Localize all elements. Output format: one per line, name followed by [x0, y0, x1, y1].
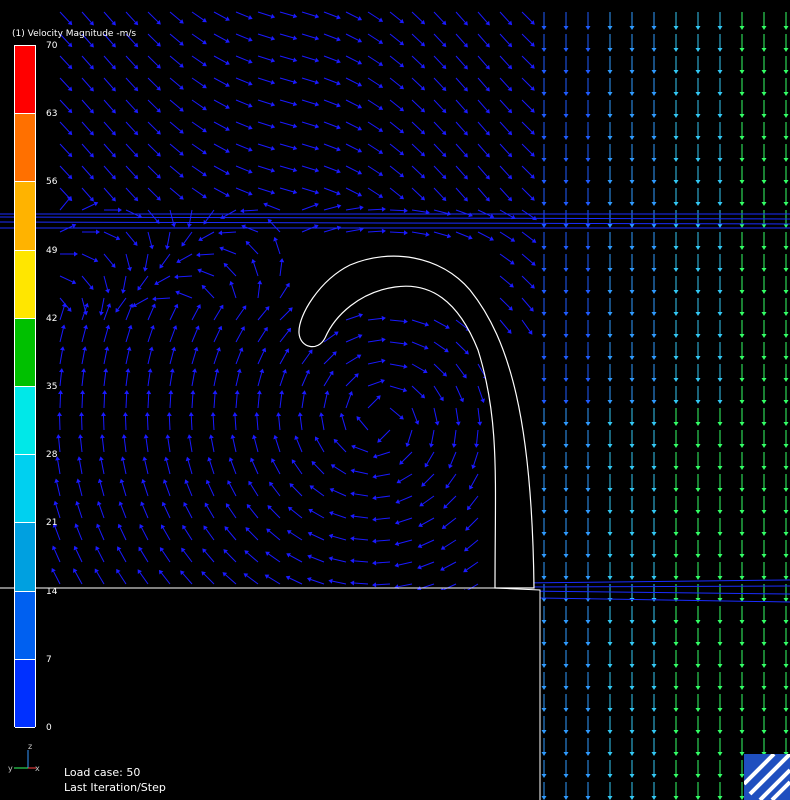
velocity-arrow: [103, 393, 106, 409]
axis-triad[interactable]: z y x: [6, 740, 42, 776]
legend-color-segment: [15, 659, 35, 728]
velocity-arrow: [168, 415, 171, 431]
velocity-arrow: [59, 393, 62, 409]
axis-x-label: x: [35, 764, 40, 773]
velocity-arrow: [125, 393, 128, 409]
cfd-viewport[interactable]: (1) Velocity Magnitude -m/s 70 63 56 49 42 35…: [0, 0, 790, 800]
legend-tick-label: 21: [46, 518, 58, 529]
velocity-arrow: [389, 209, 405, 212]
load-case-label: Load case: 50: [64, 766, 141, 779]
legend-color-segment: [15, 318, 35, 387]
legend-tick-label: 56: [46, 177, 58, 188]
legend-color-segment: [15, 250, 35, 319]
velocity-arrow: [81, 393, 84, 409]
legend-tick-label: 49: [46, 245, 58, 256]
legend-color-segment: [15, 591, 35, 660]
legend-tick-label: 14: [46, 586, 58, 597]
color-legend-bar: [14, 45, 36, 728]
software-logo-icon: [744, 754, 790, 800]
legend-tick-label: 35: [46, 382, 58, 392]
legend-tick-label: 28: [46, 450, 58, 461]
legend-tick-label: 0: [46, 723, 52, 733]
legend-color-segment: [15, 387, 35, 456]
legend-color-segment: [15, 523, 35, 592]
velocity-arrow: [146, 415, 149, 431]
velocity-arrow: [124, 415, 127, 431]
iteration-step-label: Last Iteration/Step: [64, 781, 166, 794]
legend-tick-label: 63: [46, 109, 58, 120]
legend-tick-label: 42: [46, 313, 58, 324]
legend-title: (1) Velocity Magnitude -m/s: [12, 29, 137, 39]
legend-tick-label: 70: [46, 41, 58, 51]
legend-tick-label: 7: [46, 654, 52, 665]
axis-z-label: z: [28, 742, 33, 751]
axis-y-label: y: [8, 764, 13, 773]
legend-color-segment: [15, 182, 35, 251]
velocity-vector-field: [0, 0, 790, 800]
legend-color-segment: [15, 114, 35, 183]
legend-color-segment: [15, 455, 35, 524]
legend-color-segment: [15, 46, 35, 115]
velocity-arrow: [102, 415, 105, 431]
